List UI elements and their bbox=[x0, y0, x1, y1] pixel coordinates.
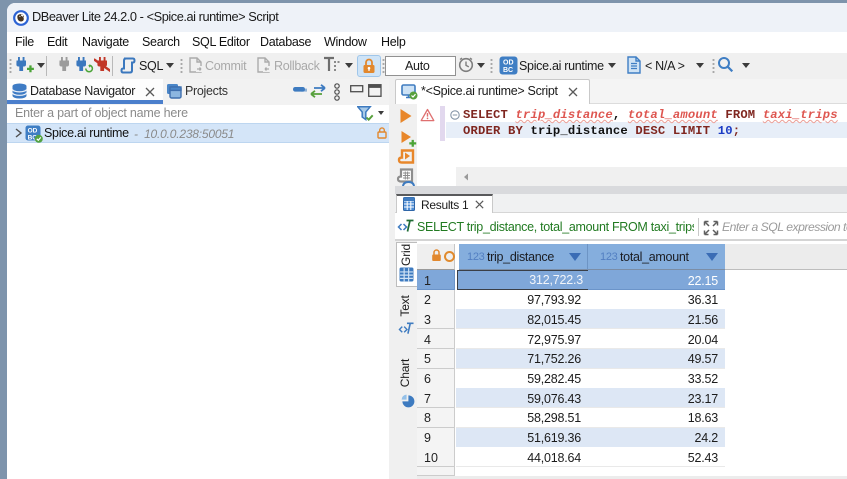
svg-text:OD: OD bbox=[503, 60, 514, 67]
svg-text:BC: BC bbox=[503, 67, 513, 74]
